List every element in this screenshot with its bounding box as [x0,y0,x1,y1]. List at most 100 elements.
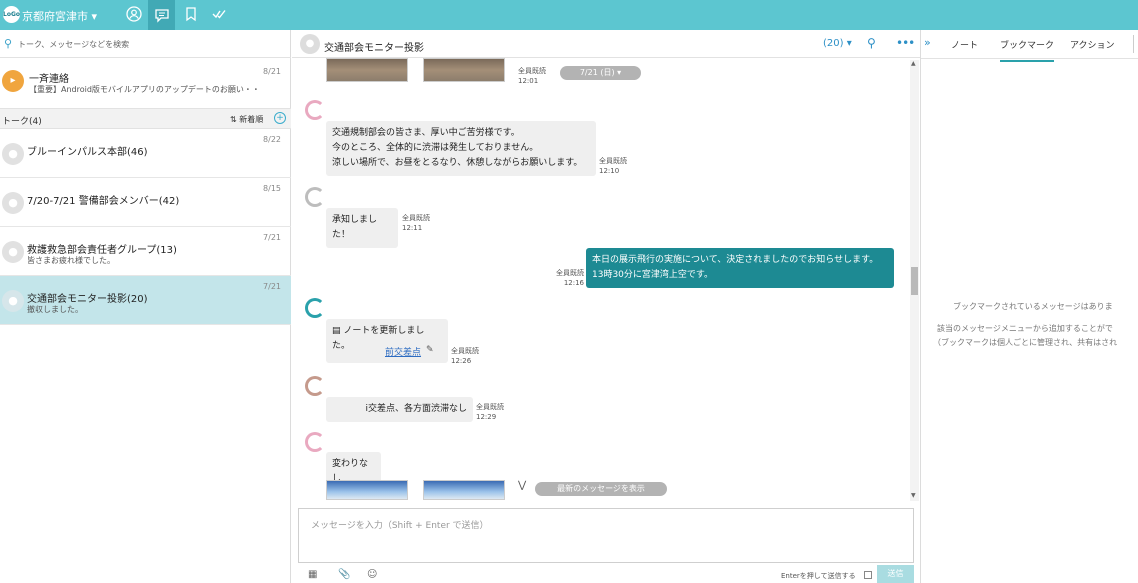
group-avatar-icon: ● [300,34,320,54]
talk-list: ● ブルーインパルス本部(46) 8/22 ● 7/20-7/21 警備部会メン… [0,129,291,325]
message-line: 涼しい場所で、お昼をとるなり、休憩しながらお願いします。 [332,158,583,168]
tab-bookmarks[interactable]: ブックマーク [1000,38,1055,62]
divider [1133,35,1134,53]
member-count-button[interactable]: (20) ▾ [823,38,852,49]
message-bubble: i交差点、各方面渋滞なし [326,397,473,422]
talk-row[interactable]: ● 救護救急部会責任者グループ(13) 皆さまお疲れ様でした。 7/21 [0,227,291,276]
chat-panel: ● 交通部会モニター投影 (20) ▾ ⚲ ••• 全員既読 12:01 7/2… [292,30,920,583]
photo-thumbnail[interactable] [423,58,505,82]
broadcast-date: 8/21 [263,67,281,76]
message-list: 全員既読 12:01 7/21 (日) ▾ 交通規制部会の皆さま、厚い中ご苦労様… [292,58,920,500]
chat-icon[interactable] [148,0,175,30]
empty-hint: 該当のメッセージメニューから追加することがで [937,324,1113,333]
attachment-icon[interactable]: 📎 [338,569,350,580]
megaphone-icon: ▸ [2,70,24,92]
search-icon[interactable]: ⚲ [867,36,876,50]
group-avatar-icon: ● [2,192,24,214]
outgoing-message-bubble: 本日の展示飛行の実施について、決定されましたのでお知らせします。 13時30分に… [586,248,894,288]
group-avatar-icon: ● [2,143,24,165]
date-pill[interactable]: 7/21 (日) ▾ [560,66,641,80]
pencil-icon[interactable]: ✎ [426,345,434,355]
user-avatar[interactable] [305,187,325,207]
message-line: 13時30分に宮津湾上空です。 [592,270,714,280]
broadcast-item[interactable]: ▸ 一斉連絡 【重要】Android版モバイルアプリのアップデートのお願い・・ … [0,58,291,109]
scroll-up-icon[interactable]: ▲ [911,60,916,67]
sidebar: ⚲ トーク、メッセージなどを検索 ▸ 一斉連絡 【重要】Android版モバイル… [0,30,291,583]
message-line: 承知しました！ [332,215,378,240]
message-meta: 全員既読 12:11 [402,213,430,233]
user-avatar[interactable] [305,432,325,452]
emoji-icon[interactable]: ☺ [367,569,377,580]
right-panel-tabs: » ノート ブックマーク アクション [921,30,1138,62]
photo-thumbnail[interactable] [326,480,408,500]
message-bubble: 承知しました！ [326,208,398,248]
scroll-down-icon[interactable]: ▼ [911,492,916,499]
enter-to-send-checkbox[interactable] [864,571,872,579]
tab-notes[interactable]: ノート [951,38,978,51]
talk-row[interactable]: ● 7/20-7/21 警備部会メンバー(42) 8/15 [0,178,291,227]
message-bubble: 交通規制部会の皆さま、厚い中ご苦労様です。 今のところ、全体的に渋滞は発生してお… [326,121,596,176]
message-meta: 全員既読 12:29 [476,402,504,422]
talk-date: 8/22 [263,135,281,144]
message-time: 12:29 [476,413,497,421]
message-line: i交差点、各方面渋滞なし [365,404,467,414]
message-time: 12:11 [402,224,423,232]
message-time: 12:01 [518,77,539,85]
chevron-down-icon[interactable]: ⋁ [518,480,526,491]
profile-icon[interactable] [124,6,144,24]
message-meta: 全員既読 12:10 [599,156,627,176]
read-status: 全員既読 [451,347,479,355]
top-bar: LoGo 京都府宮津市 ▾ [0,0,1138,30]
group-avatar-icon: ● [2,241,24,263]
message-line: 本日の展示飛行の実施について、決定されましたのでお知らせします。 [592,255,879,265]
talk-date: 7/21 [263,282,281,291]
message-meta: 全員既読 12:16 [556,268,584,288]
group-avatar-icon: ● [2,290,24,312]
plus-icon[interactable]: + [274,112,286,124]
message-time: 12:16 [563,279,584,287]
user-avatar[interactable] [305,100,325,120]
grid-icon[interactable]: ▦ [308,569,317,580]
composer-toolbar: ▦ 📎 ☺ Enterを押して送信する 送信 [292,565,920,583]
message-time: 12:10 [599,167,620,175]
search-bar[interactable]: ⚲ トーク、メッセージなどを検索 [0,30,291,58]
sort-button[interactable]: ⇅ 新着順 [230,114,263,125]
chat-title: 交通部会モニター投影 [324,43,424,54]
bookmark-icon[interactable] [181,6,201,24]
read-status: 全員既読 [476,403,504,411]
read-status: 全員既読 [518,67,546,75]
scrollbar-thumb[interactable] [911,267,918,295]
message-input[interactable]: メッセージを入力（Shift + Enter で送信） [298,508,914,563]
read-status: 全員既読 [599,157,627,165]
scrollbar[interactable]: ▲ ▼ [910,60,919,501]
enter-to-send-label: Enterを押して送信する [781,572,856,580]
search-input[interactable]: トーク、メッセージなどを検索 [18,39,129,50]
photo-thumbnail[interactable] [326,58,408,82]
collapse-icon[interactable]: » [924,36,931,49]
user-avatar[interactable] [305,376,325,396]
right-panel: » ノート ブックマーク アクション ブックマークされているメッセージはありま … [920,30,1138,583]
organization-switcher[interactable]: 京都府宮津市 ▾ [22,8,97,24]
chat-header: ● 交通部会モニター投影 (20) ▾ ⚲ ••• [292,30,920,58]
show-latest-button[interactable]: 最新のメッセージを表示 [535,482,667,496]
message-meta: 全員既読 12:01 [518,66,546,86]
tab-actions[interactable]: アクション [1070,38,1115,51]
app-logo: LoGo [3,6,20,23]
search-icon: ⚲ [4,37,13,50]
read-status: 全員既読 [556,269,584,277]
talk-name: ブルーインパルス本部(46) [27,147,148,158]
talk-name: 7/20-7/21 警備部会メンバー(42) [27,196,180,207]
send-button[interactable]: 送信 [877,565,914,583]
user-avatar[interactable] [305,298,325,318]
more-icon[interactable]: ••• [896,36,915,50]
check-icon[interactable] [209,6,229,24]
talk-preview: 皆さまお疲れ様でした。 [27,256,115,265]
broadcast-preview: 【重要】Android版モバイルアプリのアップデートのお願い・・ [29,85,260,94]
talk-date: 8/15 [263,184,281,193]
message-time: 12:26 [451,357,472,365]
note-link[interactable]: 前交差点 [385,345,421,358]
photo-thumbnail[interactable] [423,480,505,500]
talk-row-selected[interactable]: ● 交通部会モニター投影(20) 撤収しました。 7/21 [0,276,291,325]
talk-row[interactable]: ● ブルーインパルス本部(46) 8/22 [0,129,291,178]
message-line: 今のところ、全体的に渋滞は発生しておりません。 [332,143,539,153]
